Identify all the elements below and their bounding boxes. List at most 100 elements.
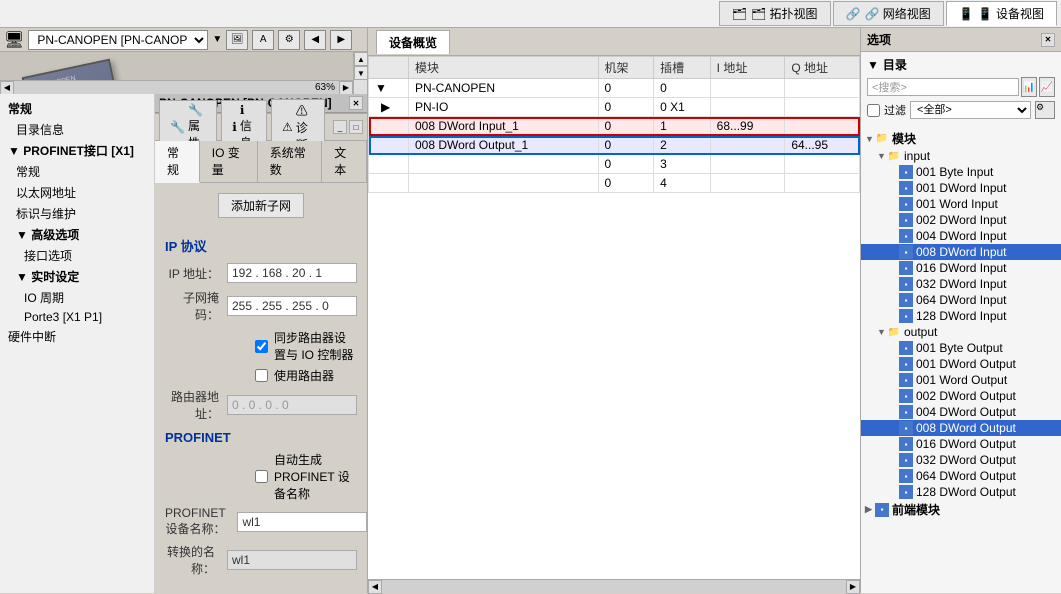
- nav-port[interactable]: Porte3 [X1 P1]: [0, 308, 154, 326]
- sync-checkbox[interactable]: [255, 340, 268, 353]
- search-btn2[interactable]: 📈: [1039, 77, 1055, 97]
- table-bottom-scrollbar[interactable]: ◀ ▶: [368, 579, 860, 593]
- tree-item[interactable]: ▪002 DWord Output: [861, 388, 1061, 404]
- panel-max-btn[interactable]: □: [349, 120, 363, 134]
- tree-item[interactable]: ▪001 Byte Output: [861, 340, 1061, 356]
- panel-min-btn[interactable]: _: [333, 120, 347, 134]
- tree-item-label: 064 DWord Output: [916, 469, 1016, 483]
- router-checkbox[interactable]: [255, 369, 268, 382]
- nav-directory[interactable]: 目录信息: [0, 119, 154, 140]
- tree-item[interactable]: ▼📁模块: [861, 129, 1061, 148]
- tree-item[interactable]: ▪001 DWord Output: [861, 356, 1061, 372]
- scroll-left-btn[interactable]: ◀: [0, 81, 14, 95]
- tree-item[interactable]: ▪001 Byte Input: [861, 164, 1061, 180]
- zoom-label: 63%: [315, 82, 335, 93]
- add-subnet-btn[interactable]: 添加新子网: [218, 193, 304, 218]
- table-scroll-right[interactable]: ▶: [846, 580, 860, 594]
- table-scroll-left[interactable]: ◀: [368, 580, 382, 594]
- tree-item[interactable]: ▪032 DWord Input: [861, 276, 1061, 292]
- tree-item[interactable]: ▪008 DWord Output: [861, 420, 1061, 436]
- tree-expand-arrow: ▼: [877, 327, 887, 337]
- img-btn[interactable]: 🖼: [226, 30, 248, 50]
- filter-select[interactable]: <全部>: [910, 101, 1031, 119]
- table-row[interactable]: ▼PN-CANOPEN00: [369, 79, 860, 98]
- nav-general2[interactable]: 常规: [0, 161, 154, 182]
- scroll-right-btn[interactable]: ▶: [339, 81, 353, 95]
- tree-item-label: 001 Word Input: [916, 197, 998, 211]
- tree-item[interactable]: ▪016 DWord Input: [861, 260, 1061, 276]
- module-icon: ▪: [899, 277, 913, 291]
- device-overview-header: 设备概览: [368, 28, 860, 56]
- table-row[interactable]: 008 DWord Input_10168...99: [369, 117, 860, 136]
- tree-item[interactable]: ▶▪前端模块: [861, 500, 1061, 519]
- filter-row: 过滤 <全部> ⚙: [867, 101, 1055, 119]
- nav-identify[interactable]: 标识与维护: [0, 203, 154, 224]
- tree-item[interactable]: ▪004 DWord Input: [861, 228, 1061, 244]
- tree-item-label: 008 DWord Output: [916, 421, 1016, 435]
- nav-realtime[interactable]: ▼ 实时设定: [0, 266, 154, 287]
- right-panel: 选项 ✕ ▼ 目录 📊 📈 过滤 <全部> ⚙: [861, 28, 1061, 593]
- tree-item[interactable]: ▪064 DWord Input: [861, 292, 1061, 308]
- extra-btn1[interactable]: ◀: [304, 30, 326, 50]
- tree-item[interactable]: ▪128 DWord Output: [861, 484, 1061, 500]
- bottom-scrollbar[interactable]: ◀ 63% ▶: [0, 80, 353, 94]
- scroll-down-btn[interactable]: ▼: [354, 66, 367, 80]
- subnet-input[interactable]: [227, 296, 357, 316]
- nav-ethernet[interactable]: 以太网地址: [0, 182, 154, 203]
- tree-item[interactable]: ▪032 DWord Output: [861, 452, 1061, 468]
- tree-item[interactable]: ▪001 Word Output: [861, 372, 1061, 388]
- tree-item[interactable]: ▪004 DWord Output: [861, 404, 1061, 420]
- tree-item-label: 016 DWord Output: [916, 437, 1016, 451]
- row-qaddr: [785, 79, 860, 98]
- tab-io-var[interactable]: IO 变量: [200, 141, 258, 182]
- tab-device[interactable]: 📱 📱 设备视图: [946, 1, 1057, 26]
- router-checkbox-row: 使用路由器: [255, 367, 357, 384]
- tree-item[interactable]: ▼📁output: [861, 324, 1061, 340]
- table-row[interactable]: 04: [369, 174, 860, 193]
- search-btn1[interactable]: 📊: [1021, 77, 1037, 97]
- tree-item[interactable]: ▪064 DWord Output: [861, 468, 1061, 484]
- nav-interface[interactable]: 接口选项: [0, 245, 154, 266]
- left-header: 🖥 PN-CANOPEN [PN-CANOPEN] ▼ 🖼 A ⚙ ◀ ▶: [0, 28, 367, 52]
- tree-item[interactable]: ▪128 DWord Input: [861, 308, 1061, 324]
- scroll-up-btn[interactable]: ▲: [354, 52, 367, 66]
- table-row[interactable]: 03: [369, 155, 860, 174]
- tree-item[interactable]: ▪016 DWord Output: [861, 436, 1061, 452]
- settings-btn[interactable]: ⚙: [278, 30, 300, 50]
- tab-topology[interactable]: 🗂 🗂 拓扑视图: [719, 1, 831, 26]
- row-module: [409, 155, 599, 174]
- name-btn[interactable]: A: [252, 30, 274, 50]
- tree-item[interactable]: ▪002 DWord Input: [861, 212, 1061, 228]
- device-overview-tab[interactable]: 设备概览: [376, 30, 450, 54]
- router-addr-input[interactable]: [227, 395, 357, 415]
- tree-item[interactable]: ▪001 DWord Input: [861, 180, 1061, 196]
- table-row[interactable]: 008 DWord Output_10264...95: [369, 136, 860, 155]
- tree-item[interactable]: ▼📁input: [861, 148, 1061, 164]
- canvas-scrollbar[interactable]: ▲ ▼: [353, 52, 367, 94]
- tab-text[interactable]: 文本: [322, 141, 367, 182]
- device-dropdown[interactable]: PN-CANOPEN [PN-CANOPEN]: [28, 30, 208, 50]
- right-close-btn[interactable]: ✕: [1041, 33, 1055, 47]
- tab-network[interactable]: 🔗 🔗 网络视图: [833, 1, 944, 26]
- subnet-label: 子网掩码：: [165, 289, 219, 323]
- profinet-name-input[interactable]: [237, 512, 367, 532]
- nav-profinet[interactable]: ▼ PROFINET接口 [X1]: [0, 140, 154, 161]
- filter-settings-btn[interactable]: ⚙: [1035, 101, 1055, 119]
- search-input[interactable]: [867, 78, 1019, 96]
- nav-general[interactable]: 常规: [0, 98, 154, 119]
- tree-item[interactable]: ▪008 DWord Input: [861, 244, 1061, 260]
- nav-io-cycle[interactable]: IO 周期: [0, 287, 154, 308]
- nav-hw-interrupt[interactable]: 硬件中断: [0, 326, 154, 347]
- filter-checkbox[interactable]: [867, 104, 880, 117]
- extra-btn2[interactable]: ▶: [330, 30, 352, 50]
- tree-item[interactable]: ▪001 Word Input: [861, 196, 1061, 212]
- tab-general[interactable]: 常规: [155, 141, 200, 183]
- ip-input[interactable]: [227, 263, 357, 283]
- auto-name-checkbox[interactable]: [255, 470, 268, 483]
- tab-sys-const[interactable]: 系统常数: [258, 141, 323, 182]
- tree-item-label: 001 Byte Output: [916, 341, 1003, 355]
- table-row[interactable]: ▶PN-IO00 X1: [369, 98, 860, 117]
- convert-name-input[interactable]: [227, 550, 357, 570]
- nav-advanced[interactable]: ▼ 高级选项: [0, 224, 154, 245]
- close-btn[interactable]: ✕: [349, 96, 363, 110]
